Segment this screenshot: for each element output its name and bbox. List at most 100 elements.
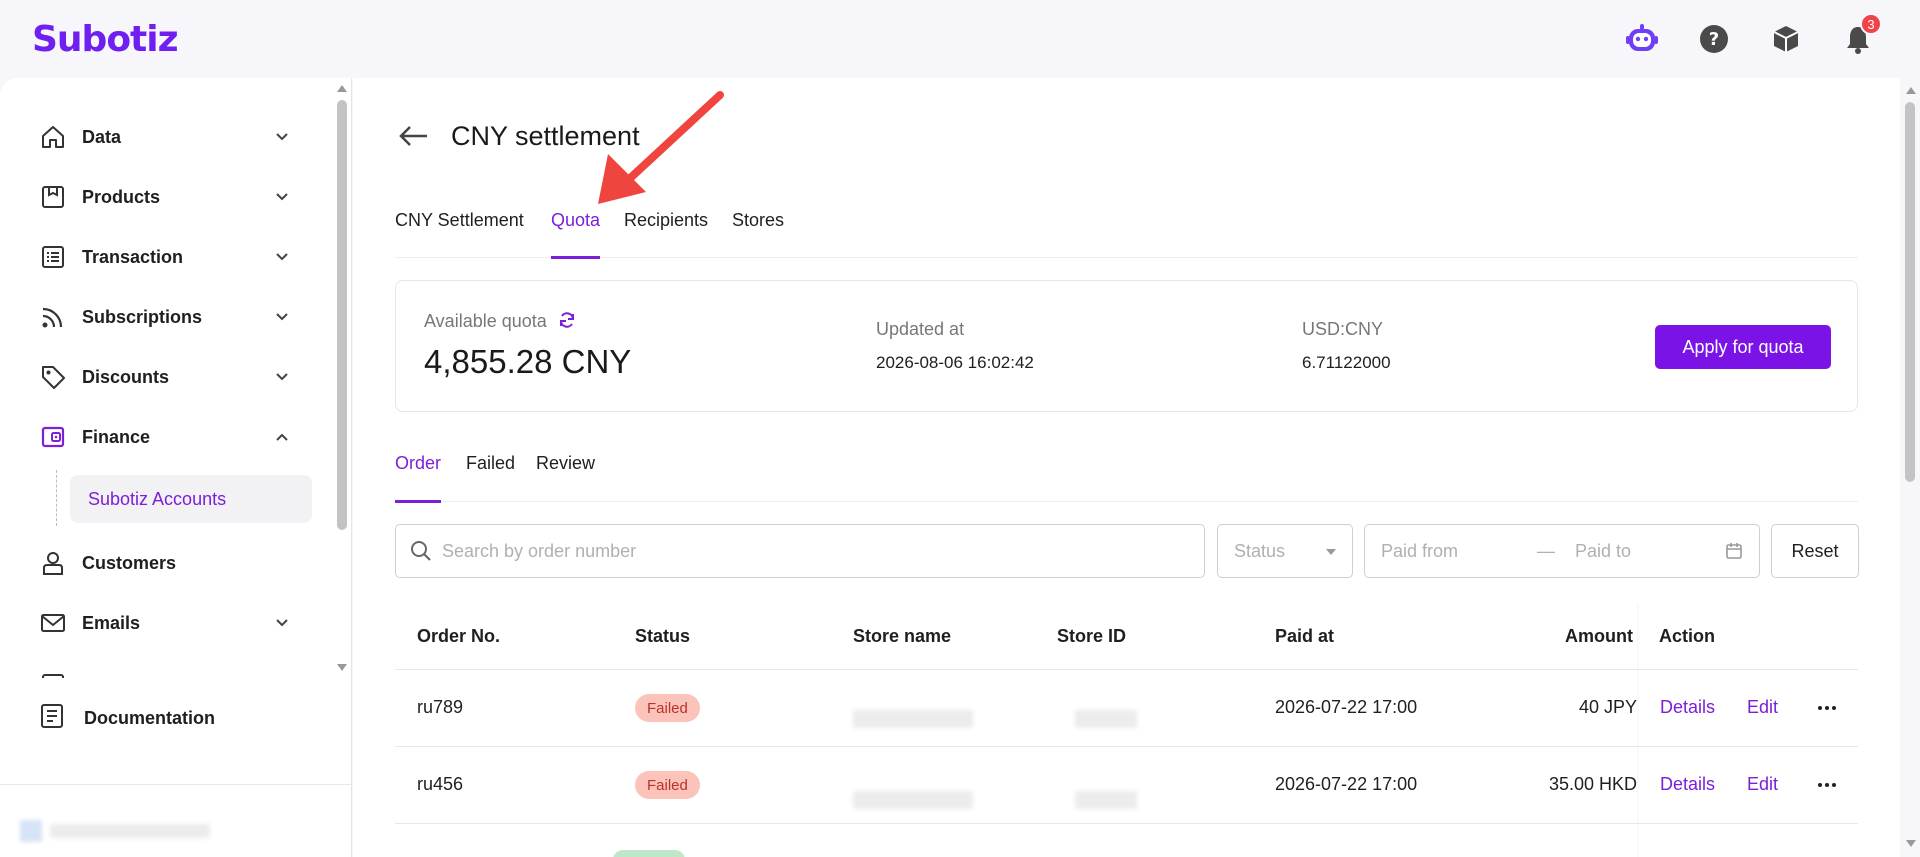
- submenu-guide-line: [56, 470, 57, 526]
- status-badge: Failed: [635, 694, 700, 722]
- column-amount: Amount: [1565, 626, 1633, 646]
- column-store-id: Store ID: [1057, 626, 1127, 646]
- help-icon[interactable]: ?: [1696, 21, 1732, 57]
- page-header: CNY settlement: [395, 118, 640, 154]
- user-icon: [38, 548, 68, 578]
- main-content: CNY settlement CNY Settlement Quota Reci…: [353, 78, 1900, 857]
- document-icon: [38, 702, 66, 735]
- top-icons: ? 3: [1624, 13, 1882, 57]
- logo[interactable]: Subotiz: [32, 19, 179, 60]
- calendar-icon: [38, 668, 68, 678]
- mail-icon: [38, 608, 68, 638]
- column-store-name: Store name: [853, 626, 952, 646]
- column-action: Action: [1659, 626, 1715, 646]
- orders-table: Order No. Status Store name Store ID Pai…: [395, 604, 1858, 857]
- amount: 35.00 HKD: [1548, 774, 1637, 794]
- main-scroll-thumb[interactable]: [1905, 102, 1915, 482]
- store-id-blurred: [1075, 710, 1137, 728]
- refresh-icon[interactable]: [558, 311, 576, 329]
- main-scrollbar[interactable]: [1900, 78, 1920, 857]
- store-name-blurred: [853, 791, 973, 809]
- paid-date-range-picker[interactable]: Paid from — Paid to: [1364, 524, 1760, 578]
- range-separator: —: [1537, 541, 1555, 561]
- edit-link[interactable]: Edit: [1747, 774, 1778, 795]
- scroll-down-arrow-icon[interactable]: [1904, 838, 1918, 850]
- notification-badge: 3: [1860, 13, 1882, 35]
- chevron-down-icon: [276, 133, 288, 141]
- store-id-blurred: [1075, 791, 1137, 809]
- updated-at-label: Updated at: [876, 319, 965, 339]
- scroll-up-arrow-icon[interactable]: [1904, 84, 1918, 96]
- action-column-divider: [1637, 604, 1639, 857]
- sidebar-item-subscriptions[interactable]: Subscriptions: [38, 295, 300, 339]
- documentation-label: Documentation: [84, 707, 216, 728]
- column-status: Status: [635, 626, 691, 646]
- product-icon: [38, 182, 68, 212]
- status-placeholder: Status: [1234, 540, 1286, 561]
- sidebar-item-label: Products: [82, 186, 161, 207]
- details-link[interactable]: Details: [1660, 774, 1715, 795]
- sidebar-item-finance[interactable]: Finance: [38, 415, 300, 459]
- sidebar-item-transaction[interactable]: Transaction: [38, 235, 300, 279]
- sidebar-item-subotiz-accounts[interactable]: Subotiz Accounts: [70, 475, 312, 523]
- search-icon: [411, 541, 431, 561]
- more-options-icon[interactable]: [1815, 700, 1839, 716]
- assistant-bot-icon[interactable]: [1624, 21, 1660, 57]
- more-options-icon[interactable]: [1815, 777, 1839, 793]
- top-tabs: CNY Settlement Quota Recipients Stores: [395, 206, 1858, 259]
- tab-cny-settlement[interactable]: CNY Settlement: [395, 206, 524, 258]
- back-button[interactable]: [395, 118, 431, 154]
- status-badge-partial: [613, 850, 685, 857]
- scroll-up-arrow-icon[interactable]: [335, 82, 349, 94]
- chevron-up-icon: [276, 433, 288, 441]
- search-input[interactable]: [442, 540, 1182, 562]
- wallet-icon: [38, 422, 68, 452]
- package-icon[interactable]: [1768, 21, 1804, 57]
- reset-button[interactable]: Reset: [1771, 524, 1859, 578]
- subtab-failed[interactable]: Failed: [466, 450, 515, 502]
- chevron-down-icon: [276, 253, 288, 261]
- user-name-blurred: [50, 824, 210, 838]
- subtab-review[interactable]: Review: [536, 450, 595, 502]
- scroll-down-arrow-icon[interactable]: [335, 662, 349, 674]
- sidebar-item-customers[interactable]: Customers: [38, 541, 300, 585]
- sidebar-item-discounts[interactable]: Discounts: [38, 355, 300, 399]
- sidebar-item-label: Emails: [82, 612, 141, 633]
- paid-from-placeholder[interactable]: Paid from: [1381, 541, 1458, 562]
- chevron-down-icon: [276, 313, 288, 321]
- edit-link[interactable]: Edit: [1747, 697, 1778, 718]
- avatar: [20, 820, 42, 842]
- chevron-down-icon: [276, 619, 288, 627]
- updated-at-value: 2026-08-06 16:02:42: [876, 353, 1034, 372]
- details-link[interactable]: Details: [1660, 697, 1715, 718]
- paid-to-placeholder[interactable]: Paid to: [1575, 541, 1631, 562]
- status-badge: Failed: [635, 771, 700, 799]
- chevron-down-icon: [276, 373, 288, 381]
- user-account-blurred[interactable]: [20, 818, 270, 844]
- order-subtabs: Order Failed Review: [395, 450, 1858, 503]
- page-title: CNY settlement: [451, 120, 640, 151]
- status-select[interactable]: Status: [1217, 524, 1353, 578]
- sidebar-item-label: Customers: [82, 552, 177, 573]
- sidebar-nav: Data Products Transaction Subscriptions: [0, 78, 330, 678]
- sidebar-item-documentation[interactable]: Documentation: [38, 696, 215, 740]
- exchange-rate-label: USD:CNY: [1302, 319, 1384, 339]
- tab-recipients[interactable]: Recipients: [624, 206, 708, 258]
- amount: 40 JPY: [1578, 697, 1637, 717]
- notification-bell-icon[interactable]: 3: [1840, 13, 1882, 57]
- sidebar-divider: [0, 784, 352, 785]
- sidebar-item-products[interactable]: Products: [38, 175, 300, 219]
- search-box[interactable]: [395, 524, 1205, 578]
- filters-bar: Status Paid from — Paid to Reset: [395, 524, 1859, 578]
- tab-stores[interactable]: Stores: [732, 206, 784, 258]
- chevron-down-icon: [272, 673, 292, 678]
- apply-for-quota-button[interactable]: Apply for quota: [1655, 325, 1831, 369]
- sidebar-item-emails[interactable]: Emails: [38, 601, 300, 645]
- sidebar-item-partial-hidden[interactable]: [38, 661, 300, 678]
- subtab-order[interactable]: Order: [395, 450, 442, 503]
- sidebar-scrollbar[interactable]: [332, 78, 350, 678]
- tab-quota[interactable]: Quota: [551, 206, 601, 259]
- sidebar-item-data[interactable]: Data: [38, 115, 300, 159]
- sidebar-item-label: Finance: [82, 426, 151, 447]
- sidebar-scroll-thumb[interactable]: [337, 100, 347, 530]
